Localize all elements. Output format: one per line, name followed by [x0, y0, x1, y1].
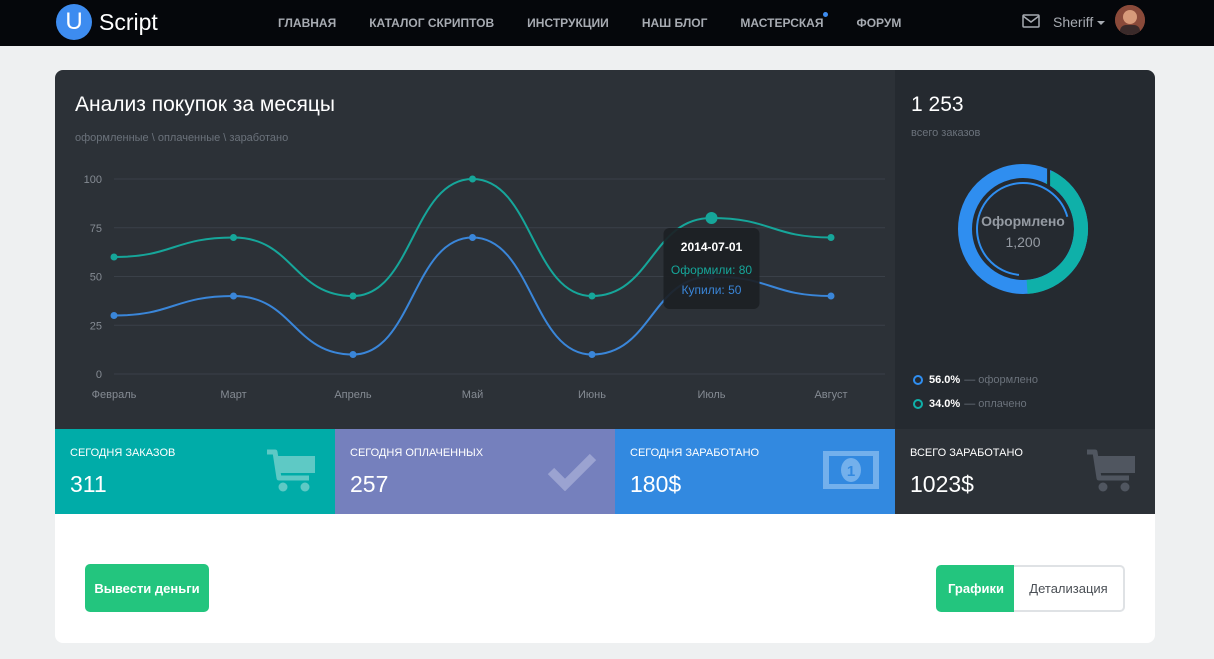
top-navbar: U Script ГЛАВНАЯ КАТАЛОГ СКРИПТОВ ИНСТРУ…: [0, 0, 1214, 46]
x-tick-label: Август: [814, 389, 847, 401]
donut-center-value: 1,200: [1005, 234, 1041, 250]
stat-total-earned: ВСЕГО ЗАРАБОТАНО 1023$: [895, 429, 1155, 514]
data-point: [827, 234, 835, 241]
check-icon: [547, 453, 597, 491]
total-orders: 1 253: [911, 93, 964, 116]
main-menu: ГЛАВНАЯ КАТАЛОГ СКРИПТОВ ИНСТРУКЦИИ НАШ …: [278, 0, 934, 46]
legend-text: — оплачено: [964, 398, 1027, 410]
money-icon: 1: [823, 451, 879, 489]
svg-text:1: 1: [847, 463, 855, 480]
mail-icon[interactable]: [1022, 14, 1040, 28]
legend-marker-teal: [913, 399, 923, 409]
cart-icon: [1087, 449, 1135, 492]
y-tick-label: 100: [84, 174, 102, 186]
nav-item-instructions[interactable]: ИНСТРУКЦИИ: [527, 16, 609, 30]
x-tick-label: Июнь: [578, 389, 606, 401]
stat-today-paid: СЕГОДНЯ ОПЛАЧЕННЫХ 257: [335, 429, 615, 514]
stat-label: СЕГОДНЯ ОПЛАЧЕННЫХ: [350, 447, 484, 459]
donut-center-title: Оформлено: [981, 213, 1065, 229]
line-chart: 100 75 50 25 0 Февраль Март Апрель Май Июнь Июль Ав…: [84, 174, 885, 401]
highlighted-point: [705, 212, 718, 224]
data-point: [230, 234, 237, 241]
legend-row-ordered: 56.0% — оформлено: [913, 374, 1038, 386]
withdraw-button[interactable]: Вывести деньги: [85, 564, 209, 612]
data-point: [469, 234, 476, 241]
nav-item-forum[interactable]: ФОРУМ: [856, 16, 901, 30]
y-tick-label: 0: [96, 369, 102, 381]
stat-value: 311: [70, 471, 107, 497]
stat-label: ВСЕГО ЗАРАБОТАНО: [910, 447, 1023, 459]
legend-marker-blue: [913, 375, 923, 385]
user-menu[interactable]: Sheriff: [1053, 14, 1106, 30]
nav-item-home[interactable]: ГЛАВНАЯ: [278, 16, 336, 30]
stat-value: 180$: [630, 471, 682, 497]
y-tick-label: 75: [90, 223, 102, 235]
x-tick-label: Июль: [697, 389, 725, 401]
data-point: [469, 175, 476, 183]
chevron-down-icon: [1097, 21, 1106, 26]
x-tick-label: Февраль: [92, 389, 137, 401]
data-point: [110, 253, 118, 261]
nav-item-blog[interactable]: НАШ БЛОГ: [642, 16, 708, 30]
logo[interactable]: U Script: [56, 4, 158, 40]
data-point: [588, 292, 596, 300]
stat-value: 1023$: [910, 471, 974, 497]
x-tick-label: Май: [462, 389, 484, 401]
legend-text: — оформлено: [964, 374, 1038, 386]
legend-row-paid: 34.0% — оплачено: [913, 398, 1027, 410]
nav-item-workshop-label: МАСТЕРСКАЯ: [740, 16, 824, 30]
stat-label: СЕГОДНЯ ЗАКАЗОВ: [70, 447, 176, 459]
data-point: [588, 351, 596, 358]
details-toggle-button[interactable]: Детализация: [1014, 565, 1125, 612]
y-tick-label: 25: [90, 320, 102, 332]
orders-panel: 1 253 всего заказов Оформлено 1,200 56.0…: [895, 70, 1155, 429]
avatar-image: [1115, 5, 1145, 35]
logo-badge: U: [56, 4, 92, 40]
tooltip-line1: Оформили: 80: [671, 263, 753, 277]
charts-toggle-button[interactable]: Графики: [936, 565, 1016, 612]
stat-today-earned: СЕГОДНЯ ЗАРАБОТАНО 180$ 1: [615, 429, 895, 514]
donut-chart: [958, 164, 1088, 294]
nav-item-workshop[interactable]: МАСТЕРСКАЯ: [740, 12, 829, 30]
avatar[interactable]: [1115, 5, 1145, 35]
donut-accent-arc: [1026, 170, 1088, 294]
data-point: [827, 292, 835, 300]
legend-pct: 56.0%: [929, 374, 961, 386]
donut-inner-ring: [976, 182, 1070, 276]
data-point: [230, 292, 237, 300]
notification-dot: [823, 12, 829, 17]
stat-label: СЕГОДНЯ ЗАРАБОТАНО: [630, 447, 760, 459]
logo-text: Script: [99, 8, 158, 35]
stat-value: 257: [350, 471, 389, 497]
cart-icon: [267, 449, 315, 492]
stat-today-orders: СЕГОДНЯ ЗАКАЗОВ 311: [55, 429, 335, 514]
data-point: [110, 312, 118, 319]
legend-pct: 34.0%: [929, 398, 961, 410]
y-tick-label: 50: [90, 272, 102, 284]
tooltip-date: 2014-07-01: [681, 240, 743, 254]
tooltip-line2: Купили: 50: [682, 283, 742, 297]
dashboard-card: Анализ покупок за месяцы оформленные \ о…: [55, 70, 1155, 643]
data-point: [349, 351, 357, 358]
total-orders-label: всего заказов: [911, 127, 981, 139]
user-name: Sheriff: [1053, 14, 1094, 30]
data-point: [349, 292, 357, 300]
nav-item-catalog[interactable]: КАТАЛОГ СКРИПТОВ: [369, 16, 494, 30]
x-tick-label: Апрель: [334, 389, 372, 401]
chart-panel: Анализ покупок за месяцы оформленные \ о…: [55, 70, 895, 429]
x-tick-label: Март: [220, 389, 246, 401]
